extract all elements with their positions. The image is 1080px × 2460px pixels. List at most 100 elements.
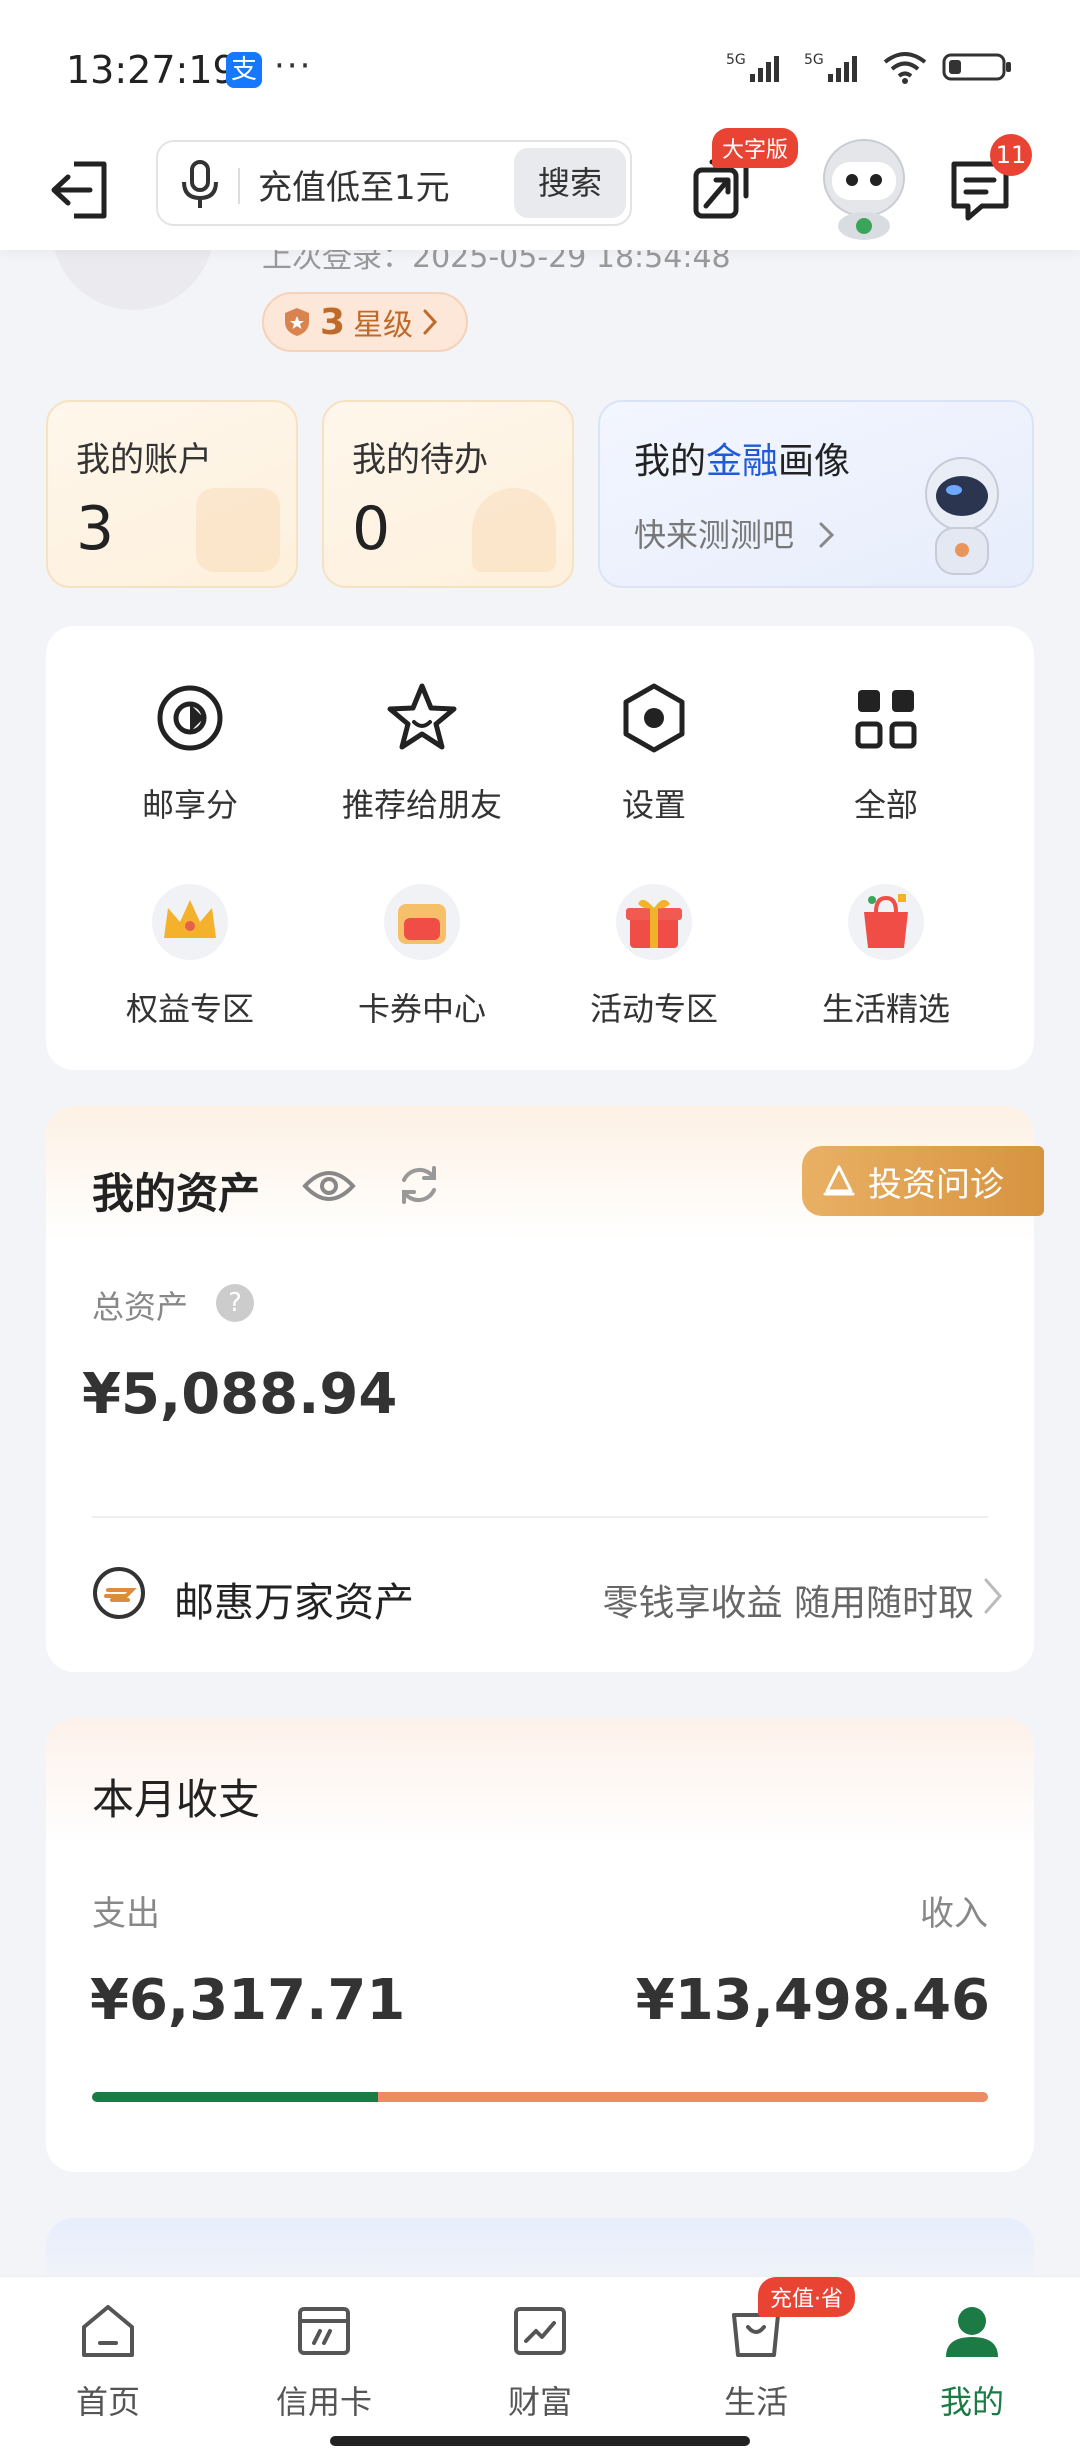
status-indicators: 5G 5G [726,50,1014,84]
search-bar[interactable]: 充值低至1元 搜索 [156,140,632,226]
monthly-title: 本月收支 [92,1775,261,1824]
large-font-badge: 大字版 [712,128,799,168]
gift-icon [616,884,692,960]
star-level-badge[interactable]: 3 星级 [262,292,468,352]
total-assets-value: ¥5,088.94 [82,1362,398,1427]
tab-wealth-label: 财富 [507,2383,572,2421]
assets-divider [92,1516,988,1518]
todo-label: 我的待办 [352,440,488,480]
grid-label-life: 生活精选 [821,990,950,1028]
settings-icon [623,683,685,753]
income-value: ¥13,498.46 [635,1968,990,2033]
shopping-bag-icon [848,884,924,960]
grid-item-all[interactable]: 全部 [776,678,996,826]
profile-icon [946,2307,998,2357]
search-input[interactable]: 充值低至1元 [258,160,450,209]
total-assets-label: 总资产 [92,1288,189,1326]
tab-life-label: 生活 [723,2383,788,2421]
chevron-right-icon[interactable] [982,1576,1004,1616]
accounts-label: 我的账户 [76,440,212,480]
grid-item-life[interactable]: 生活精选 [776,882,996,1030]
wifi-icon [883,52,927,84]
signal-5g-icon: 5G [726,52,779,82]
coupon-icon [384,884,460,960]
signal-label-1: 5G [726,52,746,68]
microphone-icon[interactable] [178,160,222,210]
search-divider [238,168,240,204]
investment-diagnosis-label: 投资问诊 [868,1164,1004,1205]
income-bar-segment [377,2092,988,2102]
grid-item-settings[interactable]: 设置 [544,678,764,826]
grid-item-coupons[interactable]: 卡券中心 [312,882,532,1030]
expense-label: 支出 [92,1894,160,1934]
grid-item-points[interactable]: 邮享分 [80,678,300,826]
grid-label-coupons: 卡券中心 [357,990,486,1028]
expense-value: ¥6,317.71 [90,1968,406,2033]
assistant-robot-avatar[interactable] [812,134,916,240]
tab-credit-card[interactable]: 信用卡 [216,2287,432,2423]
fin-title-highlight: 金融 [706,441,779,482]
accounts-count: 3 [76,494,115,564]
points-icon [157,685,223,751]
grid-label-points: 邮享分 [141,786,238,824]
battery-icon [942,53,1011,81]
my-accounts-card[interactable]: 我的账户 3 [46,400,298,588]
assets-title: 我的资产 [92,1169,261,1218]
fin-title-suffix: 画像 [778,441,851,482]
grid-item-recommend[interactable]: 推荐给朋友 [312,678,532,826]
bottom-tab-bar: 首页 信用卡 财富 生活 我的 充值·省 [0,2276,1080,2460]
grid-item-benefits[interactable]: 权益专区 [80,882,300,1030]
grid-label-settings: 设置 [621,786,686,824]
credit-card-icon [298,2307,350,2355]
wealth-chart-icon [514,2307,566,2355]
crown-icon [152,884,228,960]
alipay-icon: 支 [226,52,262,88]
bell-icon [472,488,556,572]
monthly-income-expense-card[interactable]: 本月收支 支出 收入 ¥6,317.71 ¥13,498.46 [46,1718,1034,2172]
eye-icon[interactable] [302,1166,356,1206]
youhui-logo-icon [93,1567,145,1619]
income-expense-bar [92,2092,988,2102]
tab-wealth[interactable]: 财富 [432,2287,648,2423]
function-grid: 邮享分 推荐给朋友 设置 全部 权益专区 卡券中心 活动专区 生活精选 [46,626,1034,1070]
tab-home-label: 首页 [75,2383,140,2421]
tab-home[interactable]: 首页 [0,2287,216,2423]
astronaut-illustration [925,457,999,575]
status-time: 13:27:19 [66,48,237,92]
chevron-right-icon [423,309,438,335]
grid-label-recommend: 推荐给朋友 [341,786,502,824]
star-level-number: 3 [320,301,346,343]
fin-sub-text: 快来测测吧 [634,516,795,554]
signal-5g-icon-2: 5G [804,52,857,82]
my-assets-card: 我的资产 投资问诊 总资产 ? ¥5,088.94 邮惠万家资产 零钱享收益 随… [46,1106,1044,1672]
home-indicator [330,2436,750,2446]
my-todo-card[interactable]: 我的待办 0 [322,400,574,588]
grid-label-benefits: 权益专区 [125,990,254,1028]
financial-profile-card[interactable]: 我的金融画像 快来测测吧 [598,400,1034,588]
grid-label-activities: 活动专区 [589,990,718,1028]
logout-icon[interactable] [46,150,112,230]
grid-item-activities[interactable]: 活动专区 [544,882,764,1030]
investment-diagnosis-button[interactable]: 投资问诊 [802,1146,1044,1216]
search-button[interactable]: 搜索 [514,148,626,218]
youhui-assets-name[interactable]: 邮惠万家资产 [174,1570,414,1628]
refresh-icon[interactable] [396,1162,442,1208]
grid-icon [855,690,917,749]
financial-profile-title: 我的金融画像 [634,432,850,484]
tab-mine-label: 我的 [939,2383,1004,2421]
wallet-icon [196,488,280,572]
more-notifications-icon: ··· [274,46,313,86]
youhui-assets-description[interactable]: 零钱享收益 随用随时取 [603,1574,974,1626]
message-count-badge: 11 [990,134,1032,176]
star-level-label: 星级 [353,308,414,343]
star-icon [387,683,457,750]
income-label: 收入 [920,1894,988,1934]
chevron-right-icon [819,522,835,548]
shield-star-icon [285,308,309,336]
life-tab-badge: 充值·省 [758,2277,855,2317]
home-icon [82,2305,134,2357]
help-icon[interactable]: ? [216,1284,254,1322]
status-bar: 13:27:19 支 ··· 5G 5G [0,0,1080,140]
fin-title-prefix: 我的 [634,441,707,482]
tab-mine[interactable]: 我的 [864,2287,1080,2423]
